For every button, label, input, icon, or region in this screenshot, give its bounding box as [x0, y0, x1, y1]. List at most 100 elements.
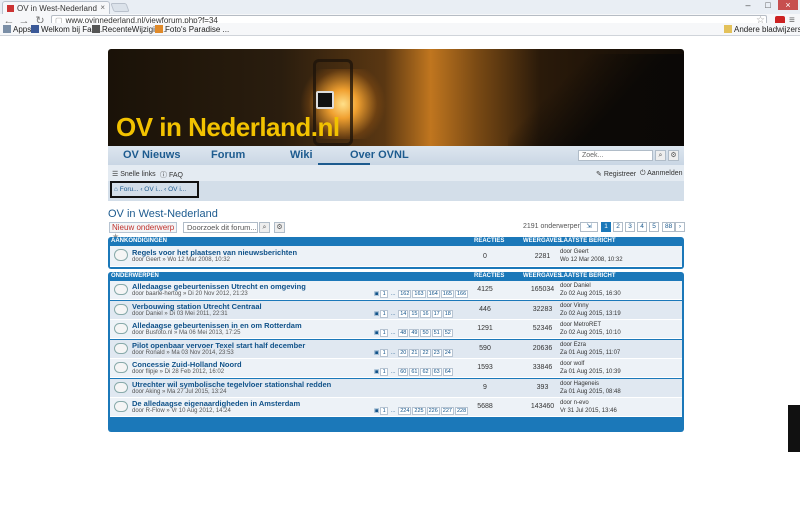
topic-page-link[interactable]: 225 [412, 407, 426, 415]
topic-page-link[interactable]: 1 [380, 309, 389, 318]
last-post-by[interactable]: door Vinny [560, 303, 589, 309]
topic-page-link[interactable]: 1 [380, 290, 389, 298]
advanced-search-icon[interactable]: ⚙ [668, 150, 679, 161]
quick-links-menu[interactable]: ☰ Snelle links [112, 170, 156, 178]
minimize-icon[interactable]: – [738, 0, 758, 10]
table-row[interactable]: Pilot openbaar vervoer Texel start half … [110, 339, 682, 359]
site-search-input[interactable]: Zoek... [578, 150, 653, 161]
topic-title[interactable]: Verbouwing station Utrecht Centraal [132, 302, 262, 311]
topic-page-link[interactable]: 18 [442, 309, 453, 318]
topic-page-link[interactable]: 62 [420, 368, 431, 376]
topic-page-link[interactable]: 163 [412, 290, 426, 298]
last-post-by[interactable]: door Daniel [560, 283, 591, 289]
page-88[interactable]: 88 [662, 222, 676, 232]
bookmark-apps[interactable]: Apps [3, 25, 31, 34]
faq-link[interactable]: ⓘ FAQ [160, 170, 183, 180]
topic-page-link[interactable]: 14 [398, 309, 409, 318]
topic-pagination[interactable]: ▣ 1... 48 49 50 51 52 [374, 329, 453, 337]
topic-page-link[interactable]: 162 [398, 290, 412, 298]
topic-page-link[interactable]: 16 [420, 309, 431, 318]
topic-pagination[interactable]: ▣ 1... 20 21 22 23 24 [374, 348, 453, 357]
topic-page-link[interactable]: 63 [431, 368, 442, 376]
pagination-jump-icon[interactable]: ⇲ [580, 222, 598, 232]
other-bookmarks[interactable]: Andere bladwijzers [724, 25, 800, 34]
topic-page-link[interactable]: 1 [380, 407, 389, 415]
topic-page-link[interactable]: 22 [420, 348, 431, 357]
topic-page-link[interactable]: 24 [442, 348, 453, 357]
nav-forum[interactable]: Forum [211, 149, 245, 161]
topic-page-link[interactable]: 1 [380, 329, 389, 337]
new-tab-button[interactable] [110, 3, 130, 12]
page-3[interactable]: 3 [625, 222, 635, 232]
topic-pagination[interactable]: ▣ 1... 224 225 226 227 228 [374, 407, 469, 415]
topic-pagination[interactable]: ▣ 1... 14 15 16 17 18 [374, 309, 453, 318]
table-row[interactable]: Verbouwing station Utrecht Centraal door … [110, 300, 682, 320]
topic-page-link[interactable]: 50 [420, 329, 431, 337]
browser-tab[interactable]: OV in West-Nederland × [2, 1, 110, 14]
table-row[interactable]: Utrechter wil symbolische tegelvloer sta… [110, 378, 682, 398]
new-topic-button[interactable]: Nieuw onderwerp ★ [109, 222, 177, 241]
topic-page-link[interactable]: 51 [431, 329, 442, 337]
topic-page-link[interactable]: 17 [431, 309, 442, 318]
topic-title[interactable]: Pilot openbaar vervoer Texel start half … [132, 341, 305, 350]
topic-page-link[interactable]: 164 [426, 290, 440, 298]
table-row[interactable]: Alledaagse gebeurtenissen in en om Rotte… [110, 320, 682, 339]
topic-page-link[interactable]: 15 [409, 309, 420, 318]
topic-page-link[interactable]: 64 [442, 368, 453, 376]
topic-page-link[interactable]: 61 [409, 368, 420, 376]
topic-page-link[interactable]: 49 [409, 329, 420, 337]
table-row[interactable]: De alledaagse eigenaardigheden in Amster… [110, 398, 682, 417]
topic-page-link[interactable]: 1 [380, 368, 389, 376]
topic-title[interactable]: De alledaagse eigenaardigheden in Amster… [132, 399, 300, 408]
topic-page-link[interactable]: 165 [440, 290, 454, 298]
topic-title[interactable]: Regels voor het plaatsen van nieuwsberic… [132, 248, 297, 257]
last-post-by[interactable]: door Geert [560, 249, 589, 255]
topic-page-link[interactable]: 52 [442, 329, 453, 337]
bookmark-fotos[interactable]: Foto's Paradise ... [155, 25, 229, 34]
maximize-icon[interactable]: □ [758, 0, 778, 10]
forum-search-options-icon[interactable]: ⚙ [274, 222, 285, 233]
login-link[interactable]: ⏻ Aanmelden [640, 170, 683, 178]
topic-page-link[interactable]: 48 [398, 329, 409, 337]
window-close-icon[interactable]: × [778, 0, 798, 10]
reply-count: 4125 [477, 286, 493, 293]
topic-title[interactable]: Alledaagse gebeurtenissen Utrecht en omg… [132, 282, 306, 291]
page-4[interactable]: 4 [637, 222, 647, 232]
topic-page-link[interactable]: 226 [426, 407, 440, 415]
topic-title[interactable]: Alledaagse gebeurtenissen in en om Rotte… [132, 321, 302, 330]
topic-page-link[interactable]: 224 [398, 407, 412, 415]
page-5[interactable]: 5 [649, 222, 659, 232]
topic-page-link[interactable]: 1 [380, 348, 389, 357]
topic-title[interactable]: Concessie Zuid-Holland Noord [132, 360, 242, 369]
last-post-by[interactable]: door MetroRET [560, 322, 601, 328]
last-post-by[interactable]: door wolf [560, 361, 584, 367]
register-link[interactable]: ✎ Registreer [596, 170, 636, 178]
breadcrumb[interactable]: ⌂ Foru... ‹ OV i... ‹ OV i... [110, 181, 199, 198]
next-page-icon[interactable]: › [675, 222, 685, 232]
nav-wiki[interactable]: Wiki [290, 149, 313, 161]
page-1[interactable]: 1 [601, 222, 611, 232]
forum-search-icon[interactable]: ⌕ [259, 222, 270, 233]
announcement-row[interactable]: Regels voor het plaatsen van nieuwsberic… [110, 246, 682, 267]
forum-search-input[interactable]: Doorzoek dit forum... [183, 222, 258, 233]
page-2[interactable]: 2 [613, 222, 623, 232]
topic-page-link[interactable]: 23 [431, 348, 442, 357]
forum-title[interactable]: OV in West-Nederland [108, 208, 218, 220]
nav-ov-nieuws[interactable]: OV Nieuws [123, 149, 180, 161]
table-row[interactable]: Alledaagse gebeurtenissen Utrecht en omg… [110, 281, 682, 300]
search-icon[interactable]: ⌕ [655, 150, 666, 161]
topic-title[interactable]: Utrechter wil symbolische tegelvloer sta… [132, 380, 331, 389]
table-row[interactable]: Concessie Zuid-Holland Noord door flipje … [110, 359, 682, 378]
topic-pagination[interactable]: ▣ 1... 162 163 164 165 166 [374, 290, 469, 298]
last-post-by[interactable]: door Hageneis [560, 381, 599, 387]
last-post-by[interactable]: door n-evo [560, 400, 589, 406]
topic-page-link[interactable]: 60 [398, 368, 409, 376]
topic-page-link[interactable]: 20 [398, 348, 409, 357]
nav-over-ovnl[interactable]: Over OVNL [350, 149, 409, 161]
tab-close-icon[interactable]: × [100, 3, 105, 12]
topic-pagination[interactable]: ▣ 1... 60 61 62 63 64 [374, 368, 453, 376]
topic-page-link[interactable]: 227 [440, 407, 454, 415]
site-logo[interactable]: OV in Nederland.nl [116, 112, 340, 143]
last-post-by[interactable]: door Ezra [560, 342, 586, 348]
topic-page-link[interactable]: 21 [409, 348, 420, 357]
